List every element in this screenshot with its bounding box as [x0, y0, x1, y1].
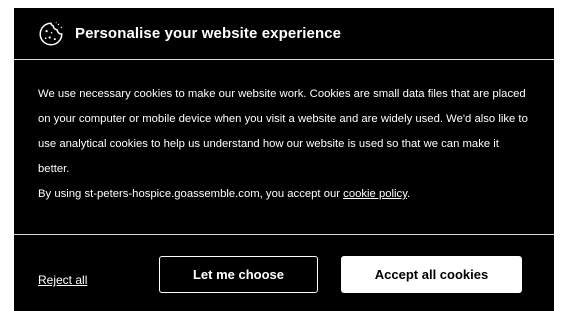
reject-all-link[interactable]: Reject all	[38, 273, 87, 287]
site-notice-prefix: By using st-peters-hospice.goassemble.co…	[38, 188, 341, 200]
accept-all-cookies-button[interactable]: Accept all cookies	[341, 256, 522, 293]
site-notice: By using st-peters-hospice.goassemble.co…	[38, 182, 530, 207]
modal-body: We use necessary cookies to make our web…	[14, 60, 554, 235]
site-notice-suffix: .	[407, 188, 411, 200]
background-heading-fragment	[0, 0, 568, 8]
page: Personalise your website experience We u…	[0, 0, 568, 311]
let-me-choose-button[interactable]: Let me choose	[159, 256, 318, 293]
cookie-icon	[39, 21, 63, 46]
cookie-description: We use necessary cookies to make our web…	[38, 88, 528, 175]
cookie-consent-modal: Personalise your website experience We u…	[14, 8, 554, 311]
modal-header: Personalise your website experience	[14, 8, 554, 60]
cookie-policy-link[interactable]: cookie policy	[343, 188, 407, 200]
modal-title: Personalise your website experience	[75, 25, 342, 42]
modal-footer: Reject all Let me choose Accept all cook…	[14, 235, 554, 310]
